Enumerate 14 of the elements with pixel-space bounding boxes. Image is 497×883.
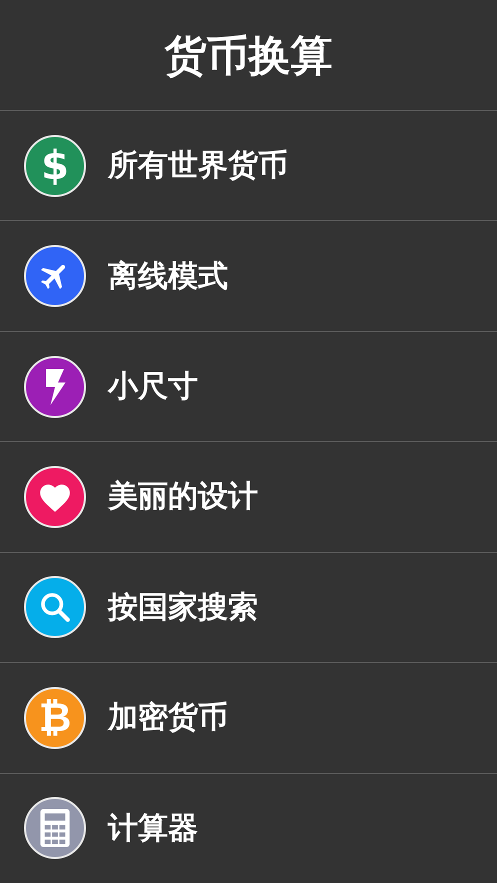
heart-icon — [38, 482, 72, 512]
search-icon — [38, 590, 72, 624]
app-title: 货币换算 — [164, 30, 332, 82]
currency-symbol: ₿ — [38, 698, 72, 738]
feature-label: 美丽的设计 — [108, 478, 258, 516]
feature-label: 小尺寸 — [108, 368, 198, 406]
feature-label: 所有世界货币 — [108, 147, 288, 186]
feature-label: 按国家搜索 — [108, 588, 258, 627]
calculator-icon — [40, 809, 70, 848]
feature-label: 离线模式 — [108, 258, 228, 296]
feature-label: 计算器 — [108, 810, 198, 848]
feature-label: 加密货币 — [108, 699, 228, 738]
currency-symbol: $ — [41, 146, 69, 186]
lightning-icon — [43, 368, 67, 405]
